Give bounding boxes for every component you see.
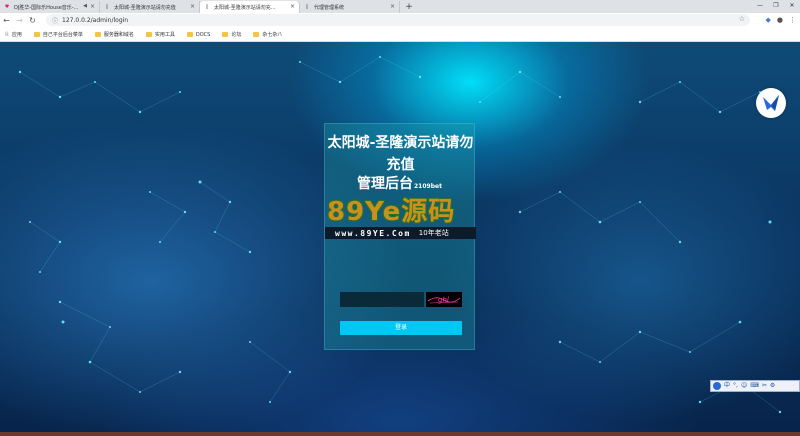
close-tab-icon[interactable]: × [90,3,95,10]
tab-agent-system[interactable]: ▯ 代理管理系统 × [300,1,400,13]
new-tab-button[interactable]: + [402,1,416,13]
watermark: 89Ye源码 www.89YE.Com 10年老站 [325,196,476,239]
back-icon[interactable]: ← [0,14,13,27]
tab-admin-login[interactable]: ▯ 太阳城-圣隆演示站请勿充… × [200,1,300,13]
ime-logo-icon[interactable] [713,382,721,390]
maximize-icon[interactable]: ❐ [768,0,784,13]
bookmark-label: 服务器和域名 [103,32,134,38]
bookmark-label: 杂七杂八 [262,32,283,38]
login-subtitle: 管理后台2109bet [357,176,442,195]
bookmark-folder[interactable]: 杂七杂八 [253,31,282,38]
tab-music[interactable]: ♥ DJ胜华-国际乐House音乐-… ◀ × [0,1,100,13]
tab-title: 代理管理系统 [314,4,345,11]
apps-grid-icon: ⁞⁞ [5,31,9,38]
bookmark-label: DOCS [195,31,211,38]
login-title: 太阳城-圣隆演示站请勿充值 [327,135,474,173]
page-icon: ▯ [105,4,109,10]
captcha-row: ghl [340,292,462,307]
captcha-input[interactable] [340,292,424,307]
forward-icon[interactable]: → [13,14,26,27]
ime-emoji-icon[interactable]: ☺ [741,381,747,391]
ime-keyboard-icon[interactable]: ⌨ [750,381,759,391]
bookmark-label: 实用工具 [154,32,175,38]
menu-icon[interactable]: ⋮ [789,14,796,27]
extension-icon[interactable]: ◆ [766,14,771,27]
close-tab-icon[interactable]: × [390,3,395,10]
captcha-graphic: ghl [427,296,461,304]
subtitle-text: 管理后台 [357,176,413,192]
profile-icon[interactable]: ● [777,14,783,27]
info-icon[interactable]: ⓘ [52,16,58,25]
ime-toolbar: 中 °, ☺ ⌨ ✂ ⚙ [710,380,800,392]
folder-icon [145,32,152,37]
bookmark-folder[interactable]: 服务器和域名 [94,31,134,38]
login-button[interactable]: 登录 [340,321,462,335]
login-page: 太阳城-圣隆演示站请勿充值 管理后台2109bet 89Ye源码 www.89Y… [0,42,800,436]
tab-strip: ♥ DJ胜华-国际乐House音乐-… ◀ × ▯ 太阳城-圣隆演示站请勿充值 … [0,0,800,13]
bookmark-label: 应用 [11,32,22,38]
bookmark-folder[interactable]: 实用工具 [145,31,175,38]
bookmark-folder[interactable]: 论坛 [222,31,241,38]
os-taskbar [0,432,800,436]
minimize-icon[interactable]: — [752,0,768,13]
toolbar-actions: ◆ ● ⋮ [766,14,797,27]
url-text: 127.0.0.2/admin/login [62,16,129,24]
ime-settings-icon[interactable]: ⚙ [770,381,775,391]
window-controls: — ❐ ✕ [752,0,800,13]
folder-icon [33,32,40,37]
folder-icon [94,32,101,37]
heart-icon: ♥ [4,4,10,10]
bookmark-folder[interactable]: 自己平台后台菜单 [33,31,83,38]
page-icon: ▯ [305,4,309,10]
close-tab-icon[interactable]: × [190,3,195,10]
speaker-icon[interactable]: ◀ [83,3,87,9]
captcha-text: ghl [438,296,449,304]
ime-mode-icon[interactable]: 中 [724,381,730,391]
tab-demo-site[interactable]: ▯ 太阳城-圣隆演示站请勿充值 × [100,1,200,13]
bird-icon [763,95,779,111]
bird-logo-icon[interactable] [756,88,786,118]
captcha-image[interactable]: ghl [426,292,462,307]
tab-title: 太阳城-圣隆演示站请勿充值 [114,4,176,11]
page-icon: ▯ [205,4,209,10]
close-tab-icon[interactable]: × [290,3,295,10]
bookmark-apps[interactable]: ⁞⁞ 应用 [5,31,22,38]
address-bar[interactable]: ⓘ 127.0.0.2/admin/login ☆ [46,14,750,26]
tab-title: DJ胜华-国际乐House音乐-… [14,4,79,11]
bookmarks-bar: ⁞⁞ 应用 自己平台后台菜单 服务器和域名 实用工具 DOCS 论坛 杂七杂八 [0,28,800,42]
subtitle-suffix: 2109bet [414,183,442,190]
login-panel: 太阳城-圣隆演示站请勿充值 管理后台2109bet 89Ye源码 www.89Y… [324,123,476,350]
folder-icon [253,32,260,37]
ime-scissors-icon[interactable]: ✂ [762,381,767,391]
reload-icon[interactable]: ↻ [26,14,39,27]
browser-toolbar: ← → ↻ ⓘ 127.0.0.2/admin/login ☆ ◆ ● ⋮ [0,13,800,28]
bookmark-label: 论坛 [231,32,242,38]
watermark-tag: 10年老站 [418,229,449,237]
bookmark-star-icon[interactable]: ☆ [739,15,745,23]
watermark-url: www.89YE.Com [335,228,411,238]
folder-icon [222,32,229,37]
bookmark-label: 自己平台后台菜单 [42,32,83,38]
watermark-logo: 89Ye源码 [327,197,456,227]
watermark-bar: www.89YE.Com 10年老站 [325,227,476,239]
tab-title: 太阳城-圣隆演示站请勿充… [214,4,276,11]
bookmark-folder[interactable]: DOCS [186,31,211,38]
folder-icon [186,32,193,37]
ime-punct-icon[interactable]: °, [733,381,738,391]
close-window-icon[interactable]: ✕ [784,0,800,13]
